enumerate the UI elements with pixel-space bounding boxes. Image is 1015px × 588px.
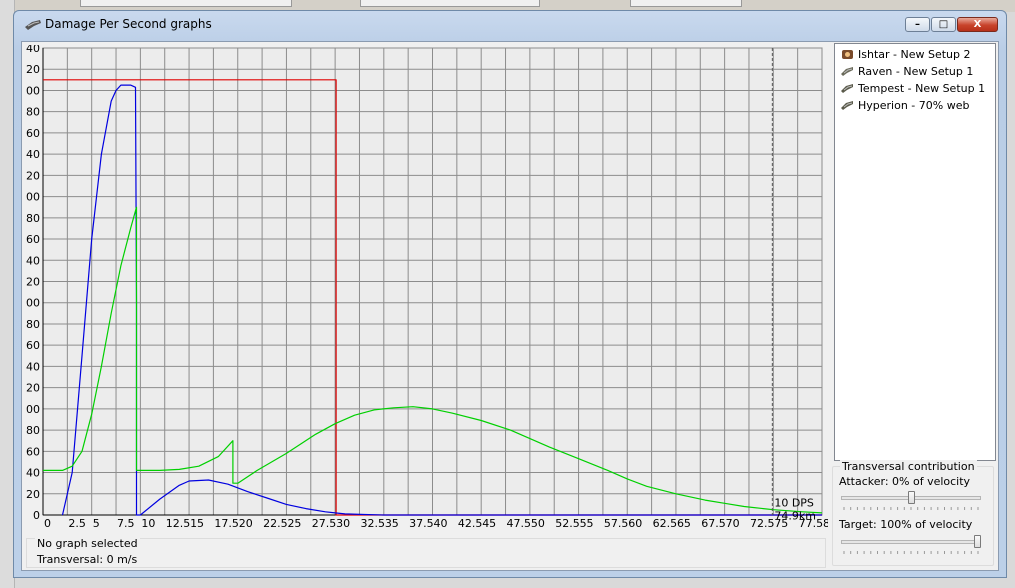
y-tick-label: 40: [26, 467, 40, 480]
x-tick-label: 20: [239, 517, 253, 530]
x-tick-label: 50: [531, 517, 545, 530]
minimize-icon: –: [915, 19, 920, 30]
y-tick-label: 200: [26, 297, 40, 310]
dps-graph[interactable]: 0204060801001201401601802002202402602803…: [19, 42, 837, 541]
fit-list-item-label: Raven - New Setup 1: [858, 64, 974, 78]
y-tick-label: 140: [26, 360, 40, 373]
x-tick-label: 65: [677, 517, 691, 530]
y-tick-label: 120: [26, 382, 40, 395]
minimize-button[interactable]: –: [905, 17, 930, 32]
title-bar[interactable]: Damage Per Second graphs – □ X: [14, 11, 1006, 39]
x-tick-label: 7.5: [117, 517, 135, 530]
y-tick-label: 260: [26, 233, 40, 246]
x-tick-label: 25: [287, 517, 301, 530]
x-tick-label: 47.5: [507, 517, 532, 530]
attacker-velocity-slider[interactable]: [841, 491, 981, 504]
y-tick-label: 320: [26, 169, 40, 182]
attacker-slider-ticks: [843, 507, 979, 510]
x-tick-label: 5: [93, 517, 100, 530]
graph-selection-status: No graph selected: [35, 537, 140, 550]
transversal-status: Transversal: 0 m/s: [37, 553, 138, 566]
x-tick-label: 80: [823, 517, 828, 530]
attacker-velocity-label: Attacker: 0% of velocity: [839, 475, 971, 488]
x-tick-label: 15: [190, 517, 204, 530]
fit-list-item[interactable]: Tempest - New Setup 1: [841, 80, 985, 96]
target-velocity-slider-thumb[interactable]: [974, 535, 981, 548]
y-tick-label: 60: [26, 445, 40, 458]
y-tick-label: 0: [33, 509, 40, 522]
y-tick-label: 80: [26, 424, 40, 437]
target-slider-ticks: [843, 551, 979, 554]
window-client-area: 0204060801001201401601802002202402602803…: [19, 41, 999, 571]
background-field: [360, 0, 540, 7]
app-ship-icon: [25, 20, 41, 30]
y-tick-label: 20: [26, 488, 40, 501]
fit-list-item[interactable]: Hyperion - 70% web: [841, 97, 969, 113]
transversal-contribution-group: Transversal contribution Attacker: 0% of…: [832, 460, 994, 566]
status-panel: No graph selected Transversal: 0 m/s: [26, 537, 826, 568]
y-tick-label: 220: [26, 276, 40, 289]
dps-graph-window: Damage Per Second graphs – □ X 0 20 40 60 80…: [13, 10, 1007, 578]
x-tick-label: 70: [726, 517, 740, 530]
y-tick-label: 160: [26, 339, 40, 352]
y-tick-label: 420: [26, 63, 40, 76]
transversal-group-title: Transversal contribution: [840, 460, 977, 473]
x-tick-label: 22.5: [263, 517, 288, 530]
close-button[interactable]: X: [957, 17, 998, 32]
ship-icon: [841, 66, 853, 76]
fit-list-item-label: Hyperion - 70% web: [858, 98, 970, 112]
x-tick-label: 45: [482, 517, 496, 530]
target-velocity-label: Target: 100% of velocity: [839, 518, 973, 531]
x-tick-label: 57.5: [604, 517, 629, 530]
x-tick-label: 67.5: [701, 517, 726, 530]
attacker-velocity-slider-thumb[interactable]: [907, 491, 915, 504]
fit-list-item[interactable]: Ishtar - New Setup 2: [841, 46, 971, 62]
x-tick-label: 12.5: [166, 517, 191, 530]
y-tick-label: 440: [26, 45, 40, 55]
cursor-dps-readout: 10 DPS: [774, 496, 814, 509]
y-tick-label: 180: [26, 318, 40, 331]
x-tick-label: 52.5: [555, 517, 580, 530]
x-tick-label: 37.5: [409, 517, 434, 530]
ship-icon: [841, 83, 853, 93]
x-tick-label: 60: [628, 517, 642, 530]
y-tick-label: 100: [26, 403, 40, 416]
x-tick-label: 62.5: [653, 517, 678, 530]
x-tick-label: 30: [336, 517, 350, 530]
window-controls: – □ X: [904, 17, 998, 34]
x-tick-label: 32.5: [360, 517, 385, 530]
fit-list-item-label: Ishtar - New Setup 2: [858, 47, 971, 61]
y-tick-label: 340: [26, 148, 40, 161]
y-tick-label: 380: [26, 106, 40, 119]
dps-chart-canvas[interactable]: 0204060801001201401601802002202402602803…: [19, 42, 837, 538]
x-tick-label: 40: [434, 517, 448, 530]
ship-icon: [841, 100, 853, 110]
window-title: Damage Per Second graphs: [45, 17, 212, 31]
y-tick-label: 400: [26, 84, 40, 97]
close-icon: X: [973, 19, 982, 30]
background-field: [80, 0, 292, 7]
drone-icon: [842, 49, 853, 59]
fit-list-item[interactable]: Raven - New Setup 1: [841, 63, 973, 79]
x-tick-label: 72.5: [750, 517, 775, 530]
target-velocity-slider[interactable]: [841, 535, 981, 548]
y-tick-label: 280: [26, 212, 40, 225]
x-tick-label: 27.5: [312, 517, 337, 530]
y-tick-label: 360: [26, 127, 40, 140]
y-tick-label: 300: [26, 191, 40, 204]
fit-list[interactable]: Ishtar - New Setup 2 Raven - New Setup 1 T…: [834, 43, 996, 461]
fit-list-item-label: Tempest - New Setup 1: [858, 81, 986, 95]
x-tick-label: 17.5: [214, 517, 239, 530]
x-tick-label: 10: [141, 517, 155, 530]
x-tick-label: 2.5: [68, 517, 86, 530]
y-tick-label: 240: [26, 254, 40, 267]
x-tick-label: 35: [385, 517, 399, 530]
background-field: [630, 0, 742, 7]
x-tick-label: 42.5: [458, 517, 483, 530]
maximize-icon: □: [938, 19, 949, 30]
cursor-range-readout: 74.9km: [774, 509, 816, 522]
x-tick-label: 0: [44, 517, 51, 530]
x-tick-label: 55: [580, 517, 594, 530]
maximize-button[interactable]: □: [931, 17, 956, 32]
